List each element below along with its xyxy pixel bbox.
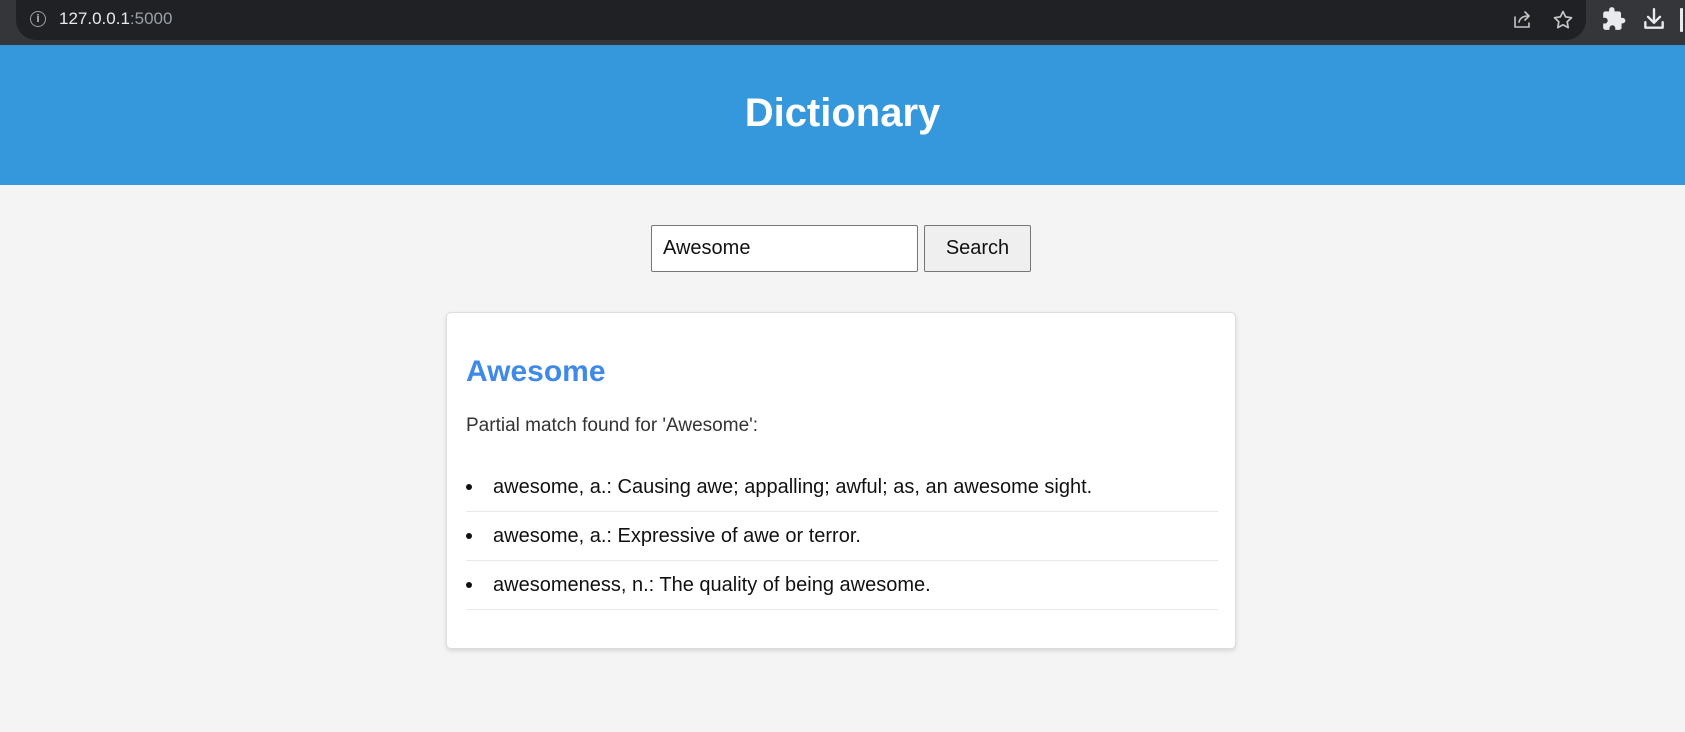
url-host: 127.0.0.1 [59, 9, 130, 28]
puzzle-icon[interactable] [1601, 6, 1627, 32]
definition-item: awesome, a.: Expressive of awe or terror… [466, 512, 1218, 561]
definition-text: awesome, a.: Causing awe; appalling; awf… [493, 476, 1093, 498]
page-title: Dictionary [744, 91, 941, 135]
share-icon[interactable] [1510, 8, 1534, 32]
definition-text: awesome, a.: Expressive of awe or terror… [493, 525, 861, 547]
definition-text: awesomeness, n.: The quality of being aw… [493, 574, 931, 596]
result-word: Awesome [466, 355, 606, 388]
profile-edge[interactable] [1680, 8, 1683, 32]
site-header: Dictionary [0, 45, 1685, 185]
info-icon[interactable]: i [30, 11, 46, 27]
download-icon[interactable] [1641, 6, 1667, 32]
url-text[interactable]: 127.0.0.1:5000 [59, 9, 172, 29]
bullet-icon [466, 484, 472, 490]
match-note: Partial match found for 'Awesome': [466, 415, 759, 436]
search-button[interactable]: Search [924, 225, 1031, 272]
result-card: Awesome Partial match found for 'Awesome… [446, 312, 1236, 649]
search-input[interactable] [651, 225, 918, 272]
url-port: :5000 [129, 9, 173, 28]
bullet-icon [466, 533, 472, 539]
address-bar[interactable]: i 127.0.0.1:5000 [16, 0, 1586, 40]
definition-list: awesome, a.: Causing awe; appalling; awf… [466, 463, 1218, 610]
bullet-icon [466, 582, 472, 588]
definition-item: awesomeness, n.: The quality of being aw… [466, 561, 1218, 610]
browser-toolbar: i 127.0.0.1:5000 [0, 0, 1685, 45]
definition-item: awesome, a.: Causing awe; appalling; awf… [466, 463, 1218, 512]
bookmark-star-icon[interactable] [1551, 8, 1575, 32]
